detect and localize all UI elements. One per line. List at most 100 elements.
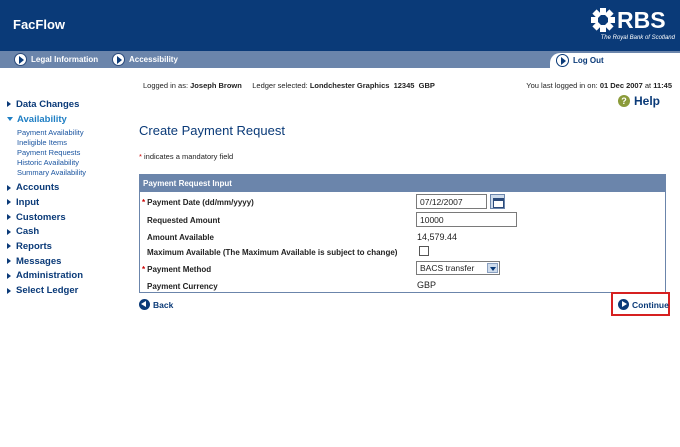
payment-date-label: * Payment Date (dd/mm/yyyy) (142, 198, 254, 207)
arrow-left-icon (139, 299, 150, 310)
mandatory-note: * indicates a mandatory field (139, 152, 233, 161)
requested-amount-field-wrap (416, 212, 517, 227)
requested-amount-input[interactable] (416, 212, 517, 227)
last-login-at: at (644, 81, 652, 90)
sidebar-item-label: Select Ledger (16, 285, 79, 297)
sidebar-item-cash[interactable]: Cash (7, 224, 132, 239)
payment-date-label-text: Payment Date (dd/mm/yyyy) (147, 198, 254, 207)
arrow-right-icon (618, 299, 629, 310)
payment-request-panel: Payment Request Input * Payment Date (dd/… (139, 174, 666, 293)
caret-right-icon (7, 101, 11, 108)
payment-method-select[interactable]: BACS transfer (416, 261, 500, 275)
sidebar-item-label: Cash (16, 226, 40, 238)
page-title: Create Payment Request (139, 123, 285, 138)
nav-legal-information-label: Legal Information (31, 55, 99, 64)
question-icon: ? (618, 95, 630, 107)
sidebar-item-label: Customers (16, 211, 66, 223)
last-login-info: You last logged in on: 01 Dec 2007 at 11… (526, 81, 672, 90)
payment-currency-label: Payment Currency (147, 282, 218, 291)
arrow-right-icon (14, 53, 27, 66)
caret-right-icon (7, 228, 11, 235)
nav-accessibility-label: Accessibility (129, 55, 178, 64)
calendar-icon[interactable] (490, 194, 505, 209)
payment-method-row: * Payment Method BACS transfer (140, 261, 665, 277)
caret-right-icon (7, 287, 11, 294)
help-link[interactable]: ? Help (618, 94, 660, 108)
mandatory-note-text: indicates a mandatory field (141, 152, 234, 161)
requested-amount-row: Requested Amount (140, 212, 665, 228)
payment-currency-row: Payment Currency GBP (140, 278, 665, 294)
max-available-label: Maximum Available (The Maximum Available… (147, 248, 398, 257)
sidebar-item-select-ledger[interactable]: Select Ledger (7, 283, 132, 298)
sidebar: Data Changes Availability Payment Availa… (7, 97, 132, 298)
mandatory-star: * (142, 198, 146, 207)
amount-available-label: Amount Available (147, 233, 214, 242)
last-login-prefix: You last logged in on: (526, 81, 598, 90)
continue-label: Continue (632, 299, 669, 310)
caret-right-icon (7, 258, 11, 265)
arrow-right-icon (112, 53, 125, 66)
back-label: Back (153, 299, 174, 310)
payment-date-input[interactable] (416, 194, 487, 209)
sidebar-item-label: Administration (16, 270, 84, 282)
sidebar-item-accounts[interactable]: Accounts (7, 180, 132, 195)
logout-label: Log Out (573, 56, 604, 65)
user-name: Joseph Brown (190, 81, 242, 90)
payment-method-label: * Payment Method (142, 265, 211, 274)
caret-right-icon (7, 184, 11, 191)
last-login-date: 01 Dec 2007 (599, 81, 643, 90)
help-label: Help (634, 94, 661, 108)
ledger-prefix: Ledger selected: (252, 81, 308, 90)
sidebar-item-availability[interactable]: Availability (7, 112, 132, 127)
sidebar-item-administration[interactable]: Administration (7, 268, 132, 283)
arrow-right-icon (556, 54, 569, 67)
sidebar-item-reports[interactable]: Reports (7, 239, 132, 254)
sidebar-item-input[interactable]: Input (7, 195, 132, 210)
daisy-wheel-icon (591, 8, 615, 32)
panel-header: Payment Request Input (140, 175, 665, 192)
chevron-down-icon (487, 263, 498, 273)
payment-method-selected: BACS transfer (420, 263, 475, 273)
max-available-row: Maximum Available (The Maximum Available… (140, 244, 665, 260)
mandatory-star: * (142, 265, 146, 274)
top-bar: FacFlow RBS The Royal Bank of Scotland (0, 0, 680, 51)
caret-right-icon (7, 272, 11, 279)
sidebar-item-label: Availability (17, 113, 67, 125)
sidebar-item-data-changes[interactable]: Data Changes (7, 97, 132, 112)
ledger-name: Londchester Graphics 12345 GBP (309, 81, 435, 90)
requested-amount-label: Requested Amount (147, 216, 221, 225)
payment-currency-value: GBP (417, 280, 437, 290)
sidebar-subitem-payment-availability[interactable]: Payment Availability (7, 128, 132, 138)
nav-accessibility[interactable]: Accessibility (112, 51, 178, 68)
caret-down-icon (7, 117, 13, 122)
last-login-time: 11:45 (653, 81, 672, 90)
amount-available-value: 14,579.44 (417, 232, 458, 242)
sidebar-subitem-historic-availability[interactable]: Historic Availability (7, 158, 132, 168)
logged-in-prefix: Logged in as: (143, 81, 189, 90)
payment-method-label-text: Payment Method (147, 265, 212, 274)
continue-button[interactable]: Continue (618, 299, 669, 310)
payment-date-field-wrap (416, 194, 505, 209)
payment-date-row: * Payment Date (dd/mm/yyyy) (140, 194, 665, 210)
session-info: Logged in as: Joseph Brown Ledger select… (143, 81, 435, 90)
amount-available-row: Amount Available 14,579.44 (140, 229, 665, 245)
logo-tagline: The Royal Bank of Scotland (600, 35, 675, 41)
sidebar-item-label: Input (16, 196, 40, 208)
caret-right-icon (7, 243, 11, 250)
sidebar-item-label: Messages (16, 255, 62, 267)
sidebar-item-label: Reports (16, 240, 52, 252)
max-available-checkbox[interactable] (419, 246, 429, 256)
sidebar-subitem-summary-availability[interactable]: Summary Availability (7, 168, 132, 178)
logout-button[interactable]: Log Out (550, 53, 680, 68)
sidebar-subitem-payment-requests[interactable]: Payment Requests (7, 148, 132, 158)
sidebar-item-customers[interactable]: Customers (7, 210, 132, 225)
caret-right-icon (7, 199, 11, 206)
app-title: FacFlow (13, 17, 66, 32)
sidebar-item-label: Data Changes (16, 98, 80, 110)
nav-legal-information[interactable]: Legal Information (14, 51, 98, 68)
back-button[interactable]: Back (139, 299, 173, 310)
sidebar-item-label: Accounts (16, 182, 60, 194)
sidebar-subitem-ineligible-items[interactable]: Ineligible Items (7, 138, 132, 148)
sidebar-item-messages[interactable]: Messages (7, 254, 132, 269)
availability-submenu: Payment Availability Ineligible Items Pa… (7, 126, 132, 180)
